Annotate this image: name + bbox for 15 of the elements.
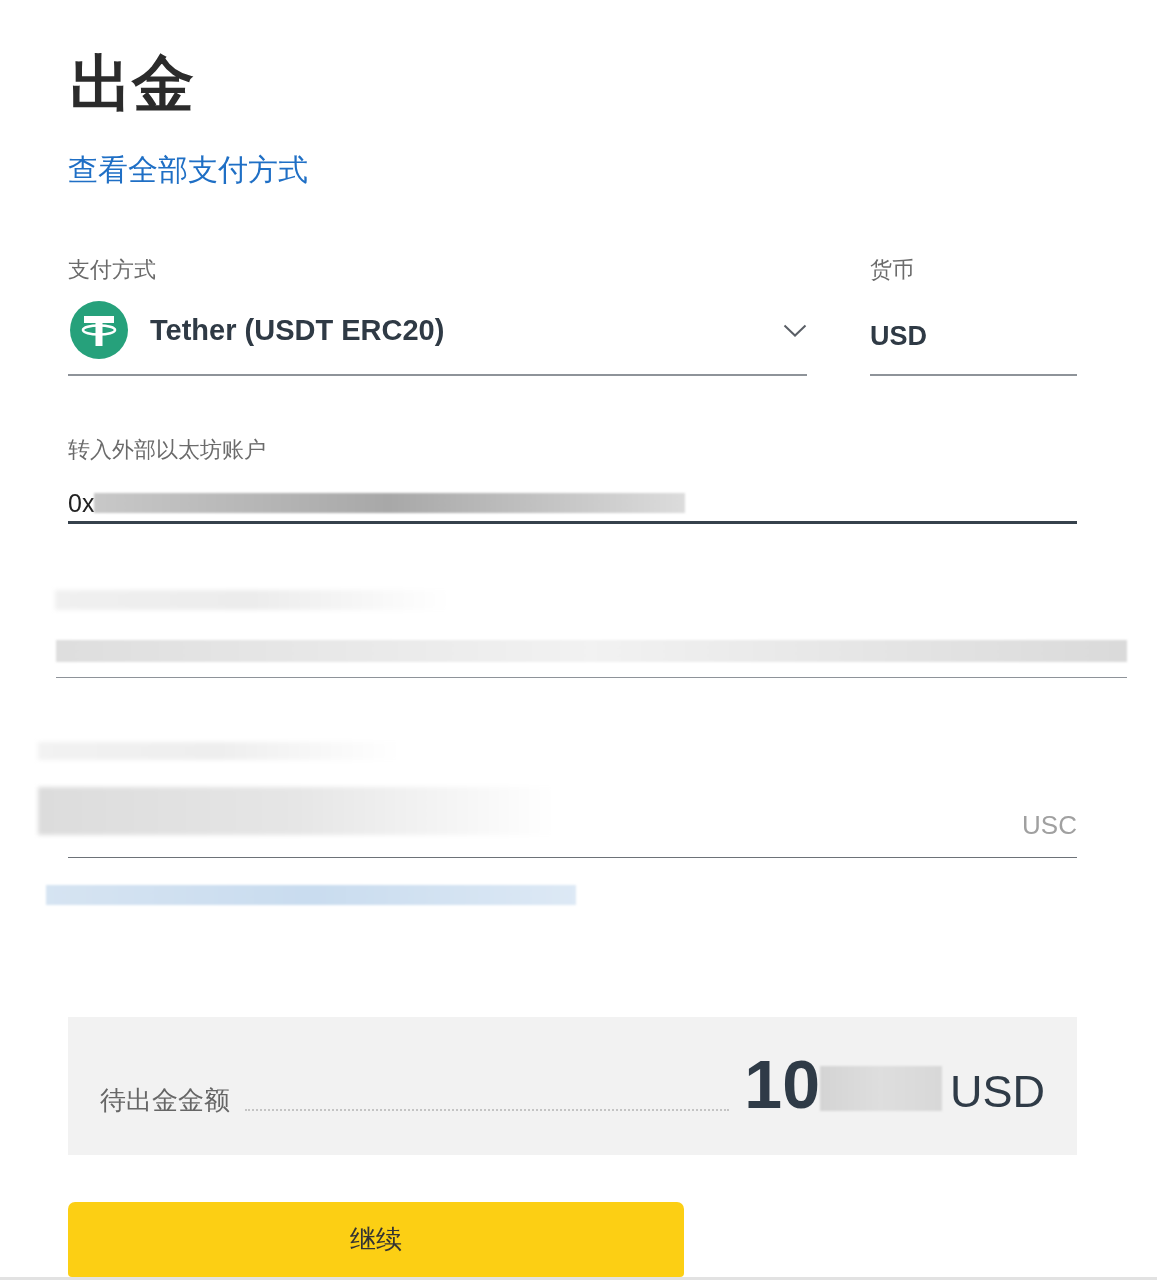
page-title: 出金 [70,48,194,120]
payment-method-select[interactable]: Tether (USDT ERC20) [68,290,807,376]
coin-logo-icon [70,301,128,359]
payment-methods-link[interactable]: 查看全部支付方式 [68,150,308,190]
chevron-down-icon [783,323,807,337]
amount-value: 10 [744,1051,820,1117]
unit-label: USC [1022,810,1077,840]
currency-code: USD [950,1067,1045,1117]
currency-select[interactable]: USD [870,290,1077,376]
amount-label: 待出金金额 [100,1085,230,1115]
address-field[interactable]: 0x [68,484,1077,524]
field-label: 货币 [870,256,914,284]
field-label: 支付方式 [68,256,156,284]
continue-button[interactable]: 继续 [68,1202,684,1277]
field-label: 转入外部以太坊账户 [68,436,266,464]
